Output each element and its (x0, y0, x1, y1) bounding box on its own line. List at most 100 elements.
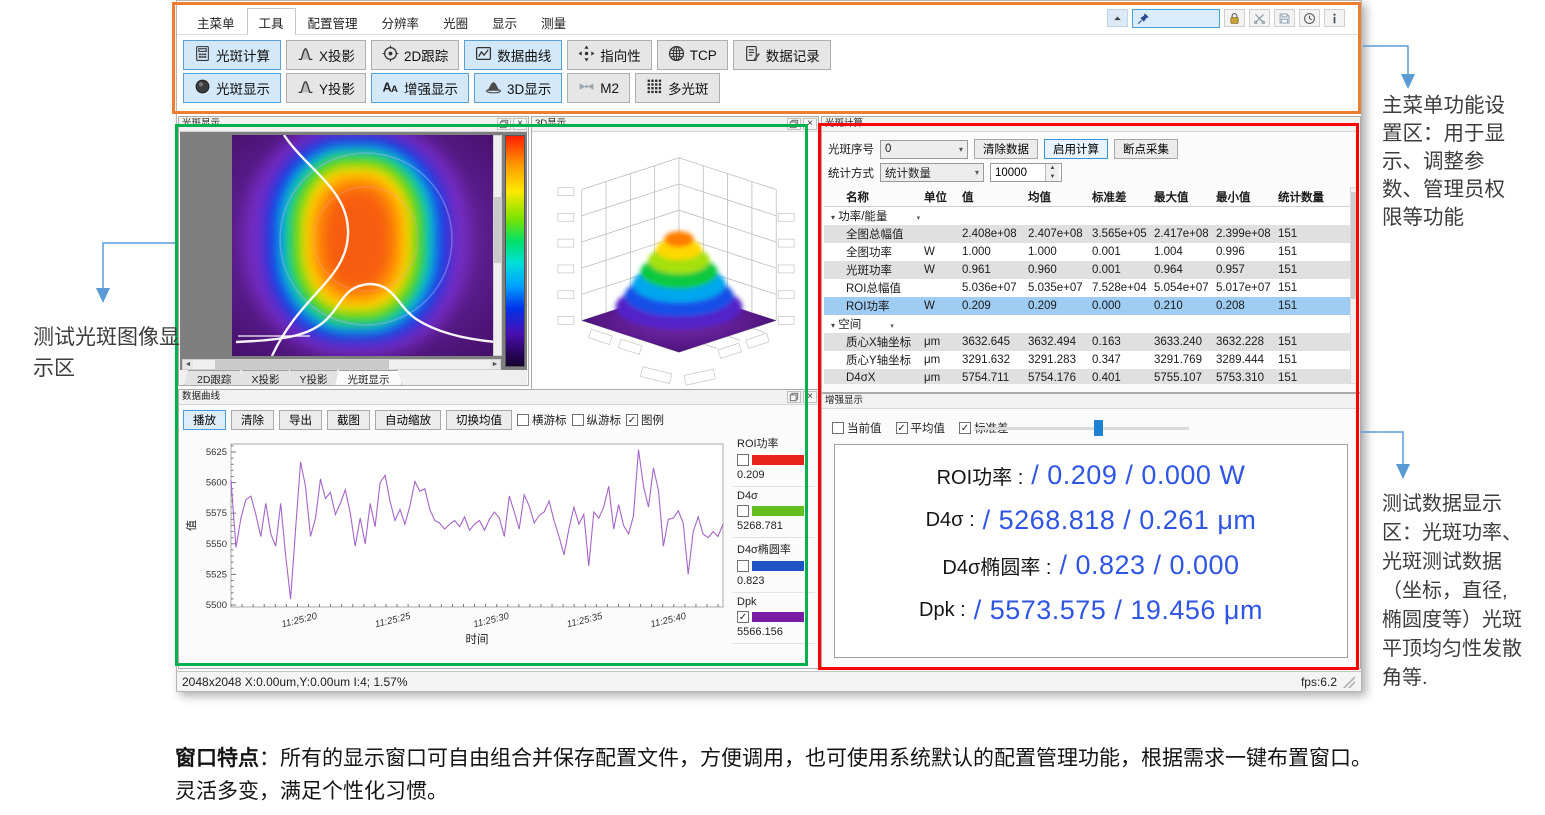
table-scrollbar[interactable] (1350, 187, 1358, 384)
checkbox-unchecked-icon[interactable] (572, 414, 584, 426)
calc-button-清除数据[interactable]: 清除数据 (974, 139, 1038, 159)
beam-horizontal-scrollbar[interactable]: ◄ ► (182, 359, 501, 370)
calc-button-启用计算[interactable]: 启用计算 (1044, 139, 1108, 159)
data-curve-panel: 数据曲线 × 播放清除导出截图自动缩放切换均值横游标纵游标✓图例 5500552… (178, 389, 819, 669)
spot-seq-label: 光斑序号 (828, 141, 874, 157)
menu-tab-工具[interactable]: 工具 (247, 8, 296, 38)
beam-vertical-scrollbar[interactable] (493, 135, 502, 356)
menu-tab-配置管理[interactable]: 配置管理 (296, 8, 370, 38)
curve-checkbox-纵游标[interactable]: 纵游标 (572, 412, 622, 428)
spot-tab-X投影[interactable]: X投影 (238, 370, 292, 385)
filter-dropdown-icon[interactable]: ▾ (890, 323, 894, 330)
svg-text:5500: 5500 (206, 600, 227, 611)
table-row[interactable]: 质心X轴坐标μm3632.6453632.4940.1633633.240363… (824, 333, 1350, 351)
toolbar-button-多光斑[interactable]: 多光斑 (635, 73, 720, 103)
curve-button-截图[interactable]: 截图 (327, 410, 370, 430)
float-panel-icon[interactable] (787, 391, 801, 403)
menu-tab-主菜单[interactable]: 主菜单 (185, 8, 247, 38)
toolbar-button-数据曲线[interactable]: 数据曲线 (464, 40, 562, 70)
float-panel-icon[interactable] (497, 118, 511, 130)
checkbox-unchecked-icon[interactable] (737, 505, 749, 517)
collapse-up-icon[interactable] (1107, 9, 1128, 27)
checkbox-unchecked-icon[interactable] (517, 414, 529, 426)
curve-button-播放[interactable]: 播放 (183, 410, 226, 430)
curve-button-自动缩放[interactable]: 自动缩放 (375, 410, 441, 430)
toolbar-button-X投影[interactable]: X投影 (286, 40, 366, 70)
curve-checkbox-图例[interactable]: ✓图例 (626, 412, 664, 428)
beam-image[interactable] (232, 135, 498, 356)
menu-tab-分辨率[interactable]: 分辨率 (370, 8, 432, 38)
toolbar-button-指向性[interactable]: 指向性 (567, 40, 652, 70)
spot-tab-Y投影[interactable]: Y投影 (286, 370, 340, 385)
chevron-down-icon: ▾ (975, 168, 979, 177)
curve-button-导出[interactable]: 导出 (279, 410, 322, 430)
checkbox-checked-icon[interactable]: ✓ (959, 422, 971, 434)
toolbar-button-增强显示[interactable]: AA增强显示 (371, 73, 469, 103)
scissors-icon[interactable] (1249, 9, 1270, 27)
checkbox-unchecked-icon[interactable] (737, 454, 749, 466)
spot-seq-select[interactable]: 0▾ (880, 140, 968, 159)
table-group-row[interactable]: ▾ 空间 ▾ (824, 315, 1350, 333)
pin-icon[interactable] (1132, 9, 1220, 28)
filter-dropdown-icon[interactable]: ▾ (917, 215, 921, 222)
save-icon[interactable] (1274, 9, 1295, 27)
enhanced-checkbox-当前值[interactable]: 当前值 (832, 420, 882, 436)
toolbar-button-M2[interactable]: M2 (567, 73, 630, 103)
toolbar-button-数据记录[interactable]: 数据记录 (733, 40, 831, 70)
row-cell: 3632.645 (962, 336, 1028, 348)
legend-label: D4σ椭圆率 (737, 541, 813, 557)
stat-count-input[interactable] (991, 164, 1045, 181)
table-row[interactable]: D4σXμm5754.7115754.1760.4015755.1075753.… (824, 369, 1350, 384)
info-icon[interactable] (1324, 9, 1345, 27)
spot-panel-header: 光斑显示 × (179, 117, 528, 132)
close-icon[interactable]: × (803, 118, 817, 130)
lock-icon[interactable] (1224, 9, 1245, 27)
calc-button-断点采集[interactable]: 断点采集 (1114, 139, 1178, 159)
curve-button-切换均值[interactable]: 切换均值 (446, 410, 512, 430)
annotation-top-right: 主菜单功能设置区：用于显示、调整参数、管理员权限等功能 (1382, 92, 1524, 232)
trend-chart[interactable]: 55005525555055755600562511:25:2011:25:25… (181, 432, 731, 673)
table-row[interactable]: 全图功率W1.0001.0000.0011.0040.996151 (824, 243, 1350, 261)
chevron-down-icon: ▾ (959, 145, 963, 154)
toolbar-button-3D显示[interactable]: 3D显示 (474, 73, 562, 103)
table-row[interactable]: 质心Y轴坐标μm3291.6323291.2830.3473291.769328… (824, 351, 1350, 369)
table-group-row[interactable]: ▾ 功率/能量 ▾ (824, 207, 1350, 225)
stat-count-spinner[interactable]: ▲▼ (990, 163, 1062, 182)
row-cell: 0.964 (1154, 264, 1216, 276)
toolbar-button-Y投影[interactable]: Y投影 (286, 73, 366, 103)
history-icon[interactable] (1299, 9, 1320, 27)
table-row[interactable]: 全图总幅值2.408e+082.407e+083.565e+052.417e+0… (824, 225, 1350, 243)
slider-handle[interactable] (1094, 420, 1103, 436)
spot-tab-2D跟踪[interactable]: 2D跟踪 (184, 370, 244, 385)
checkbox-checked-icon[interactable]: ✓ (737, 611, 749, 623)
checkbox-unchecked-icon[interactable] (832, 422, 844, 434)
toolbar-button-TCP[interactable]: TCP (657, 40, 728, 70)
float-panel-icon[interactable] (787, 118, 801, 130)
readout-value: / 5573.575 / 19.456 μm (974, 595, 1263, 626)
stat-mode-select[interactable]: 统计数量▾ (880, 163, 984, 182)
curve-checkbox-横游标[interactable]: 横游标 (517, 412, 567, 428)
enhanced-checkbox-平均值[interactable]: ✓平均值 (896, 420, 946, 436)
checkbox-checked-icon[interactable]: ✓ (896, 422, 908, 434)
spinner-arrows-icon[interactable]: ▲▼ (1045, 164, 1059, 181)
scroll-right-icon[interactable]: ► (490, 360, 500, 369)
menu-tab-光圈[interactable]: 光圈 (431, 8, 480, 38)
surface-3d-plot[interactable] (533, 132, 817, 392)
close-icon[interactable]: × (513, 118, 527, 130)
font-size-slider[interactable] (974, 427, 1189, 430)
checkbox-checked-icon[interactable]: ✓ (626, 414, 638, 426)
close-icon[interactable]: × (803, 391, 817, 403)
toolbar-button-光斑显示[interactable]: 光斑显示 (183, 73, 281, 103)
table-row[interactable]: ROI总幅值5.036e+075.035e+077.528e+045.054e+… (824, 279, 1350, 297)
toolbar-button-2D跟踪[interactable]: 2D跟踪 (371, 40, 459, 70)
table-row[interactable]: ROI功率W0.2090.2090.0000.2100.208151 (824, 297, 1350, 315)
menu-tab-测量[interactable]: 测量 (529, 8, 578, 38)
spot-tab-光斑显示[interactable]: 光斑显示 (334, 370, 402, 385)
curve-button-清除[interactable]: 清除 (231, 410, 274, 430)
resize-grip[interactable] (1343, 676, 1355, 688)
readout-label: D4σ椭圆率 : (942, 551, 1051, 580)
checkbox-unchecked-icon[interactable] (737, 560, 749, 572)
table-row[interactable]: 光斑功率W0.9610.9600.0010.9640.957151 (824, 261, 1350, 279)
toolbar-button-光斑计算[interactable]: 光斑计算 (183, 40, 281, 70)
menu-tab-显示[interactable]: 显示 (480, 8, 529, 38)
